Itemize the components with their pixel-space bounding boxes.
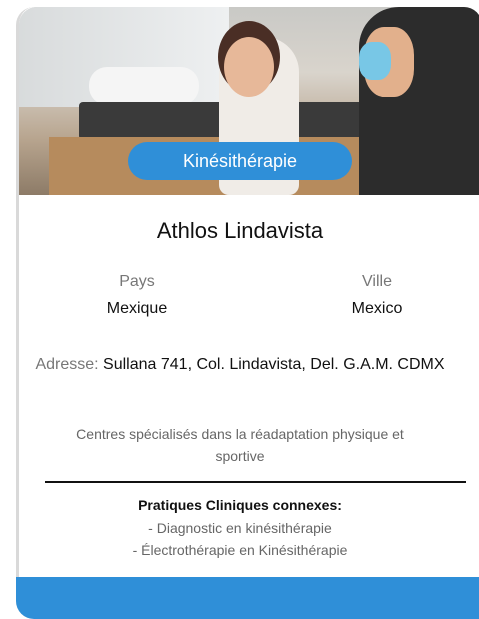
practice-item[interactable]: - Électrothérapie en Kinésithérapie xyxy=(0,539,479,561)
practice-item[interactable]: - Diagnostic en kinésithérapie xyxy=(0,517,479,539)
clinic-description: Centres spécialisés dans la réadaptation… xyxy=(76,426,404,464)
divider xyxy=(45,481,466,483)
country-value: Mexique xyxy=(106,300,168,317)
city-value: Mexico xyxy=(351,300,403,317)
address-value: Sullana 741, Col. Lindavista, Del. G.A.M… xyxy=(103,356,445,373)
clinic-title: Athlos Lindavista xyxy=(156,218,324,243)
category-badge[interactable]: Kinésithérapie xyxy=(128,142,352,180)
address-label: Adresse: xyxy=(35,356,99,373)
practices-heading: Pratiques Cliniques connexes: xyxy=(138,497,342,513)
city-block: Ville Mexico xyxy=(302,273,452,318)
city-label: Ville xyxy=(362,273,392,290)
card-footer-bar[interactable] xyxy=(16,577,479,619)
address: Adresse: Sullana 741, Col. Lindavista, D… xyxy=(0,354,479,375)
related-practices: Pratiques Cliniques connexes: - Diagnost… xyxy=(0,497,479,561)
country-label: Pays xyxy=(119,273,155,290)
country-block: Pays Mexique xyxy=(62,273,212,318)
